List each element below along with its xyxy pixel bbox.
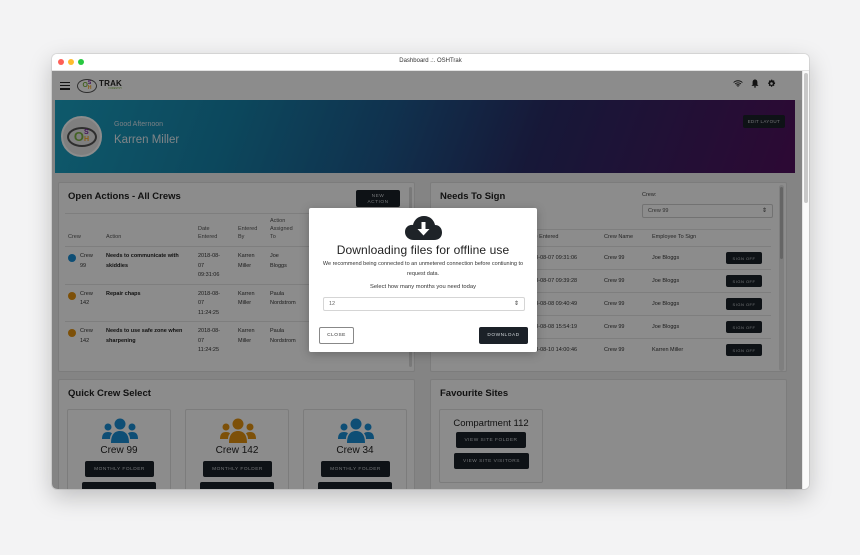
title-bar: Dashboard .:. OSHTrak <box>52 54 809 71</box>
scrollbar-thumb[interactable] <box>804 73 808 203</box>
months-select[interactable]: 12 ⇕ <box>323 297 525 311</box>
dialog-description: We recommend being connected to an unmet… <box>322 261 524 277</box>
months-select-label: Select how many months you need today <box>369 284 477 290</box>
select-arrows-icon: ⇕ <box>513 301 519 307</box>
page-scrollbar[interactable] <box>802 71 809 489</box>
page-viewport: O S H TRAK FORESTRY O S H Good Afternoon… <box>52 71 802 489</box>
window-title: Dashboard .:. OSHTrak <box>399 58 462 64</box>
download-button[interactable]: DOWNLOAD <box>479 327 528 344</box>
months-select-value: 12 <box>329 301 336 307</box>
offline-download-dialog: Downloading files for offline use We rec… <box>309 208 537 352</box>
cloud-download-icon <box>405 216 442 245</box>
browser-window: Dashboard .:. OSHTrak O S H TRAK FORESTR… <box>52 54 809 489</box>
dialog-title: Downloading files for offline use <box>336 243 510 257</box>
close-button[interactable]: CLOSE <box>319 327 354 344</box>
